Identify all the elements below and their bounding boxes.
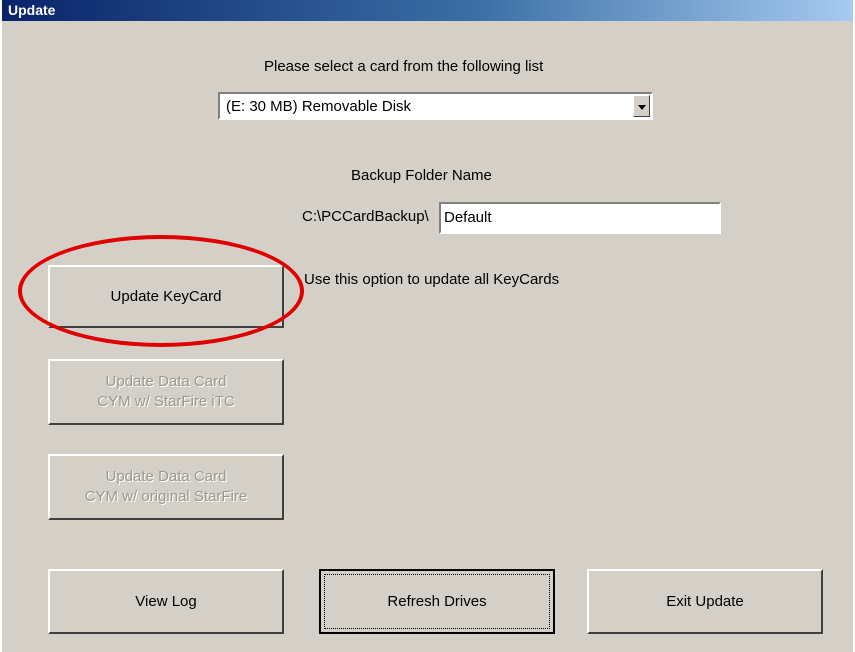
card-dropdown[interactable]: (E: 30 MB) Removable Disk — [218, 92, 653, 120]
update-keycard-hint: Use this option to update all KeyCards — [304, 271, 560, 288]
backup-folder-field[interactable] — [439, 202, 721, 234]
title-bar[interactable]: Update — [2, 0, 853, 21]
focus-rectangle — [324, 574, 550, 629]
update-data-card-itc-button[interactable]: Update Data Card CYM w/ StarFire iTC — [48, 359, 284, 425]
dropdown-button[interactable] — [633, 95, 650, 117]
update-window: Update Please select a card from the fol… — [0, 0, 853, 652]
update-data-card-original-button[interactable]: Update Data Card CYM w/ original StarFir… — [48, 454, 284, 520]
backup-path-prefix: C:\PCCardBackup\ — [302, 208, 429, 225]
update-data-itc-line2: CYM w/ StarFire iTC — [97, 393, 235, 410]
dialog-body: Please select a card from the following … — [2, 21, 853, 652]
refresh-drives-button[interactable]: Refresh Drives — [319, 569, 555, 634]
update-keycard-button[interactable]: Update KeyCard — [48, 265, 284, 328]
update-data-card-itc-label: Update Data Card CYM w/ StarFire iTC — [97, 372, 235, 412]
update-data-orig-line1: Update Data Card — [105, 468, 227, 485]
exit-update-button[interactable]: Exit Update — [587, 569, 823, 634]
card-select-prompt: Please select a card from the following … — [264, 58, 544, 75]
window-title: Update — [8, 2, 56, 18]
backup-folder-input[interactable] — [444, 209, 714, 226]
backup-folder-heading: Backup Folder Name — [351, 167, 492, 184]
update-data-orig-line2: CYM w/ original StarFire — [84, 488, 248, 505]
card-dropdown-value: (E: 30 MB) Removable Disk — [226, 98, 412, 115]
chevron-down-icon — [638, 105, 646, 110]
view-log-button[interactable]: View Log — [48, 569, 284, 634]
update-data-card-original-label: Update Data Card CYM w/ original StarFir… — [85, 467, 248, 507]
update-data-itc-line1: Update Data Card — [105, 373, 227, 390]
